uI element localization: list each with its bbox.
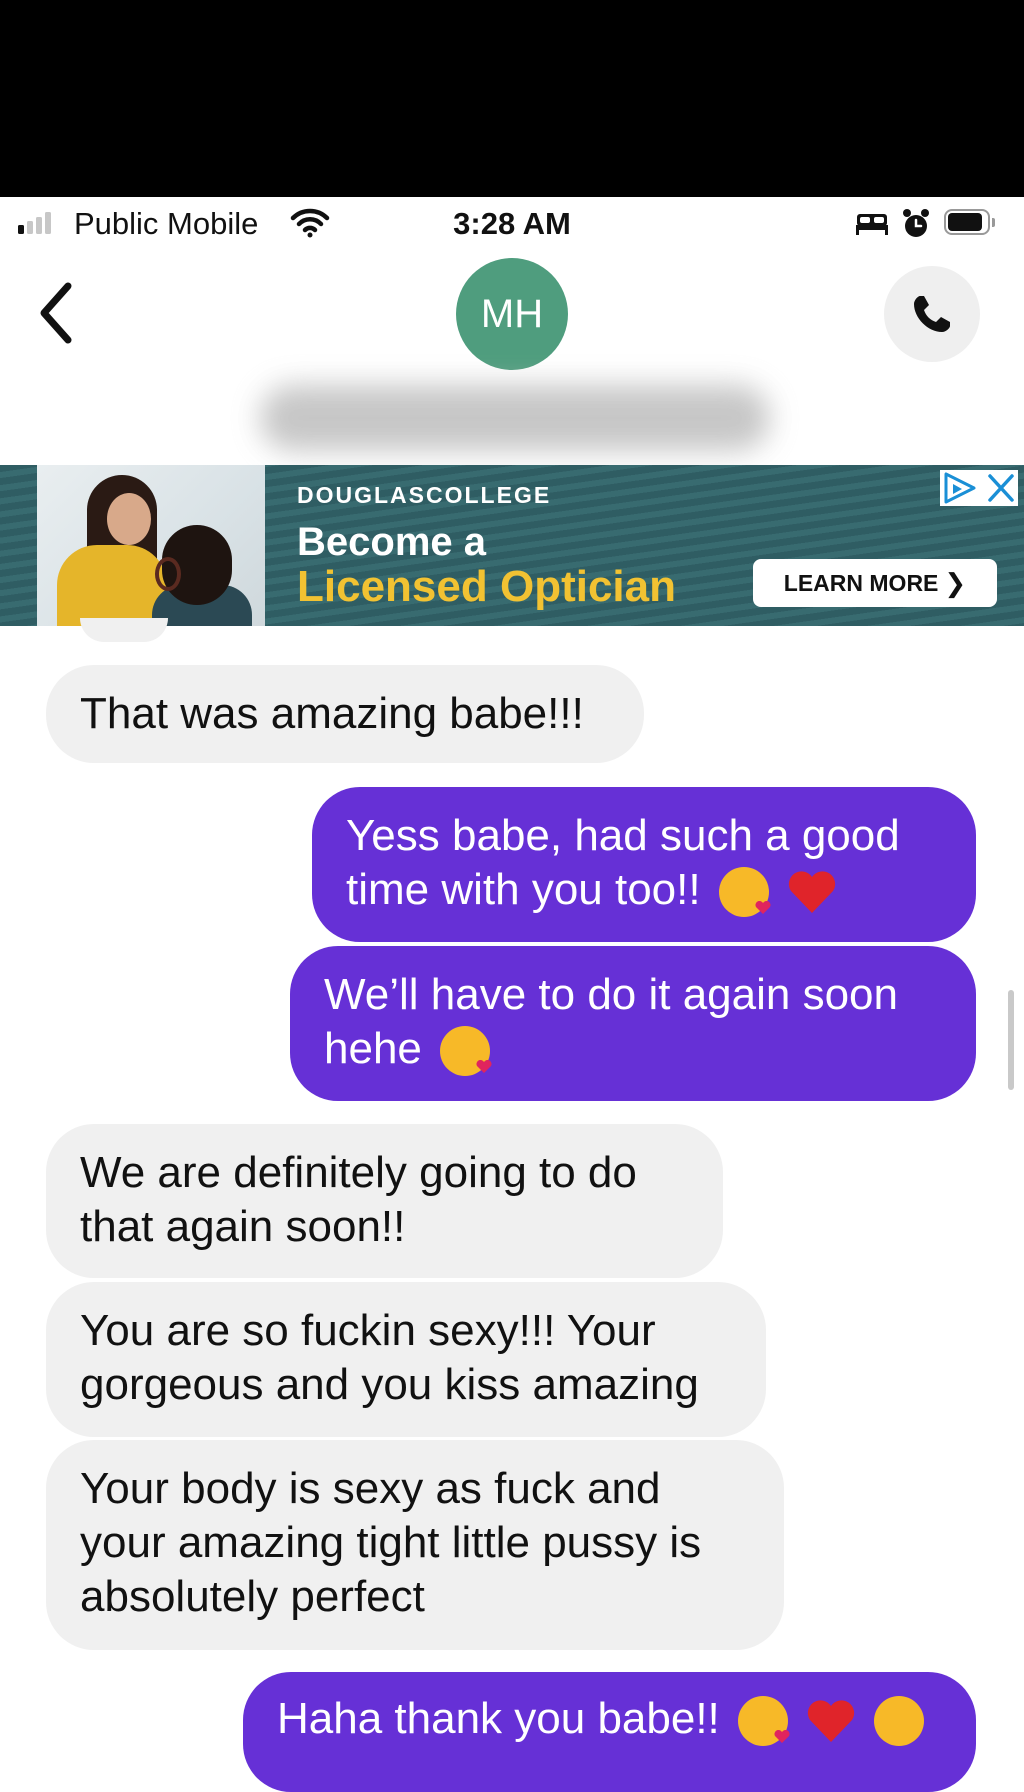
red-heart-emoji <box>806 1696 856 1746</box>
message-text: That was amazing babe!!! <box>80 689 584 738</box>
contact-avatar[interactable]: MH <box>456 258 568 370</box>
message-text: Your body is sexy as fuck and your amazi… <box>80 1464 702 1621</box>
ad-brand: DOUGLASCOLLEGE <box>297 482 552 508</box>
ad-learn-more-button[interactable]: LEARN MORE ❯ <box>753 559 997 607</box>
kissing-heart-emoji <box>738 1696 790 1747</box>
call-button[interactable] <box>884 266 980 362</box>
smiling-hearts-emoji <box>874 1696 925 1747</box>
ad-headline-line2: Licensed Optician <box>297 562 676 611</box>
message-outgoing[interactable]: Haha thank you babe!! <box>243 1672 976 1792</box>
message-incoming[interactable]: We are definitely going to do that again… <box>46 1124 723 1278</box>
ad-close-icon[interactable] <box>982 470 1018 506</box>
red-heart-emoji <box>787 867 837 917</box>
ad-choices[interactable] <box>940 470 1018 506</box>
kissing-heart-emoji <box>718 867 771 918</box>
message-text: You are so fuckin sexy!!! Your gorgeous … <box>80 1306 699 1409</box>
back-chevron-icon <box>40 282 72 344</box>
message-outgoing[interactable]: Yess babe, had such a good time with you… <box>312 787 976 942</box>
message-incoming[interactable]: Your body is sexy as fuck and your amazi… <box>46 1440 784 1650</box>
back-button[interactable] <box>30 278 90 348</box>
ad-headline-line1: Become a <box>297 520 486 564</box>
alarm-icon <box>902 208 930 245</box>
message-text: Haha thank you babe!! <box>277 1694 720 1743</box>
message-text: We are definitely going to do that again… <box>80 1148 637 1251</box>
battery-icon <box>944 209 996 237</box>
kissing-heart-emoji <box>440 1026 492 1077</box>
ad-cta-label: LEARN MORE <box>783 569 939 596</box>
contact-name-blurred <box>260 385 770 451</box>
top-black-bar <box>0 0 1024 197</box>
chevron-right-icon: ❯ <box>944 567 967 598</box>
ad-image <box>37 465 265 626</box>
previous-bubble-edge <box>80 618 168 642</box>
scroll-indicator[interactable] <box>1008 990 1014 1090</box>
phone-icon <box>914 296 950 332</box>
message-outgoing[interactable]: We’ll have to do it again soon hehe <box>290 946 976 1101</box>
message-text: We’ll have to do it again soon hehe <box>324 970 898 1073</box>
bed-icon <box>855 212 889 241</box>
message-incoming[interactable]: You are so fuckin sexy!!! Your gorgeous … <box>46 1282 766 1437</box>
ad-choices-icon[interactable] <box>940 470 980 506</box>
message-incoming[interactable]: That was amazing babe!!! <box>46 665 644 763</box>
